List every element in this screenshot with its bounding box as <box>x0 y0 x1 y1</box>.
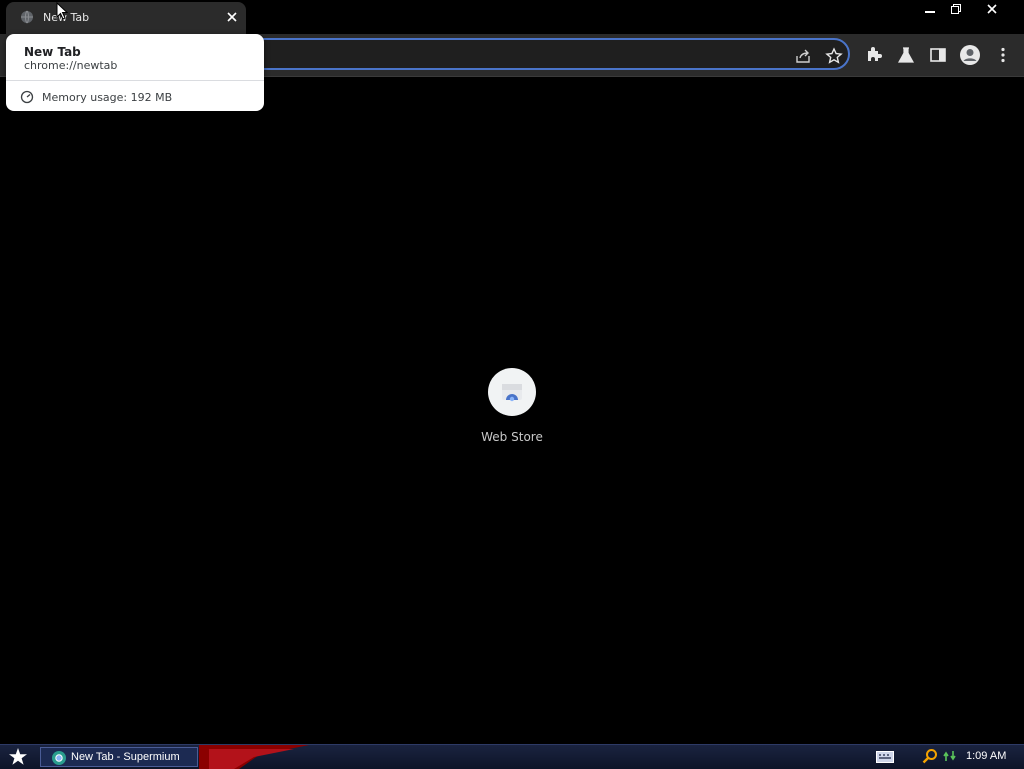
side-panel-icon[interactable] <box>928 45 948 65</box>
close-tab-icon[interactable] <box>225 10 239 24</box>
bookmark-star-icon[interactable] <box>825 47 843 65</box>
memory-usage: Memory usage: 192 MB <box>42 91 173 104</box>
taskbar-item-label: New Tab - Supermium <box>71 751 180 763</box>
tab-hover-card: New Tab chrome://newtab Memory usage: 19… <box>6 34 264 111</box>
profile-icon[interactable] <box>959 44 981 66</box>
tab-new-tab[interactable]: New Tab <box>6 2 246 34</box>
start-button[interactable] <box>4 746 32 768</box>
memory-gauge-icon <box>20 90 34 104</box>
minimize-icon <box>925 11 935 13</box>
extensions-icon[interactable] <box>864 45 884 65</box>
hover-card-url: chrome://newtab <box>24 59 118 72</box>
taskbar: New Tab - Supermium 1:09 AM <box>0 744 1024 769</box>
close-window-button[interactable] <box>970 0 1014 18</box>
mouse-cursor-icon <box>56 2 68 20</box>
menu-icon[interactable] <box>993 45 1013 65</box>
web-store-icon <box>502 384 522 402</box>
taskbar-clock: 1:09 AM <box>966 750 1007 762</box>
supermium-icon <box>52 751 66 765</box>
restore-button[interactable] <box>944 0 968 18</box>
globe-icon <box>21 10 33 24</box>
window-controls <box>916 0 1014 18</box>
share-icon[interactable] <box>794 47 812 65</box>
shortcut-label: Web Store <box>481 430 543 444</box>
close-icon <box>987 4 997 14</box>
labs-flask-icon[interactable] <box>896 45 916 65</box>
divider <box>6 80 264 81</box>
keyboard-icon[interactable] <box>876 751 894 763</box>
search-icon[interactable] <box>922 748 938 764</box>
network-icon[interactable] <box>942 748 958 764</box>
restore-icon <box>951 4 961 14</box>
minimize-button[interactable] <box>918 0 942 18</box>
hover-card-title: New Tab <box>24 45 81 59</box>
title-bar: New Tab <box>0 0 1024 34</box>
taskbar-decoration <box>199 745 309 769</box>
shortcut-tile <box>488 368 536 416</box>
shortcut-web-store[interactable]: Web Store <box>472 366 552 456</box>
taskbar-item-browser[interactable]: New Tab - Supermium <box>40 747 198 767</box>
start-star-icon <box>9 748 27 765</box>
